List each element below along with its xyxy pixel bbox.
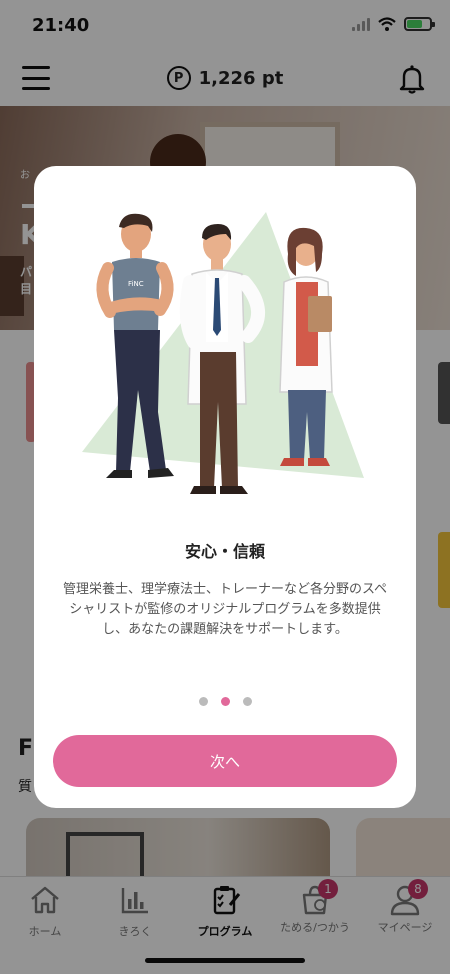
specialists-illustration: FiNC xyxy=(82,212,364,494)
page-indicator xyxy=(34,697,416,706)
modal-description: 管理栄養士、理学療法士、トレーナーなど各分野のスペシャリストが監修のオリジナルプ… xyxy=(62,582,388,637)
next-button[interactable]: 次へ xyxy=(53,735,397,787)
page-dot-current[interactable] xyxy=(220,697,230,706)
page-dot[interactable] xyxy=(242,697,252,706)
shirt-logo: FiNC xyxy=(128,280,144,288)
modal-title: 安心・信頼 xyxy=(184,542,265,561)
onboarding-modal: FiNC 安心・信頼 管理栄養士、理学療法士、トレーナーなど各分野のスペシャリス… xyxy=(34,166,416,808)
page-dot[interactable] xyxy=(198,697,208,706)
